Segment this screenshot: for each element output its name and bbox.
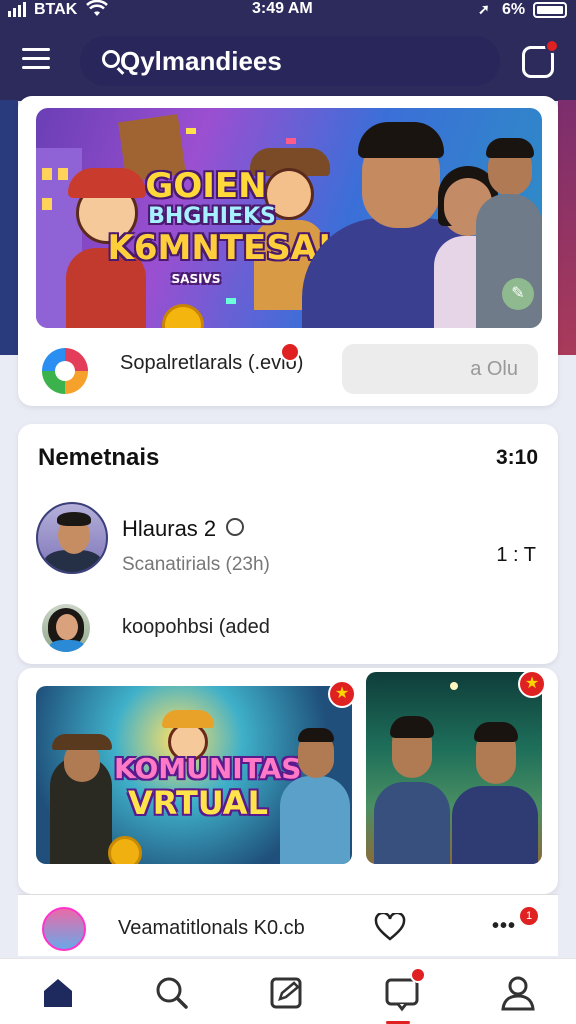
status-bar: BTAK 3:49 AM ➚ 6% — [0, 0, 576, 22]
location-icon: ➚ — [478, 1, 490, 17]
search-bar[interactable]: Qylmandiees — [80, 36, 500, 86]
wifi-icon — [86, 0, 108, 23]
member-name: Hlauras 2 — [122, 516, 217, 541]
banner-title-2: BHGHIEKS — [148, 204, 276, 229]
chat-icon[interactable] — [382, 967, 426, 1013]
banner-title-1: GOIEN — [145, 166, 267, 206]
members-card: Nemetnais 3:10 Hlauras 2 Scanatirials (2… — [18, 424, 558, 664]
edit-icon[interactable]: ✎ — [502, 278, 534, 310]
avatar[interactable] — [36, 502, 108, 574]
member-name: koopohbsi (aded — [122, 616, 270, 638]
clock: 3:49 AM — [252, 0, 313, 17]
more-icon[interactable]: ••• — [492, 915, 516, 938]
star-badge: ★ — [328, 680, 356, 708]
heart-icon[interactable] — [374, 911, 406, 941]
search-icon[interactable] — [152, 973, 192, 1013]
bottom-nav — [0, 958, 576, 1024]
section-count: 3:10 — [495, 446, 538, 469]
avatar[interactable] — [42, 604, 90, 652]
promo-card: GOIEN BHGHIEKS K6MNTESA! SASIVS ✎ Sopalr… — [18, 96, 558, 406]
media-thumbnail[interactable] — [366, 672, 542, 864]
search-text: Qylmandiees — [120, 46, 282, 76]
now-playing-bar[interactable]: Veamatitlonals K0.cb ••• 1 — [18, 894, 558, 956]
banner-title-3: K6MNTESA! — [107, 228, 333, 268]
promo-button[interactable]: a Olu — [342, 344, 538, 394]
member-subtitle: Scanatirials (23h) — [122, 554, 270, 575]
background-strip-right — [558, 100, 576, 355]
notification-badge — [545, 39, 559, 53]
promo-banner[interactable]: GOIEN BHGHIEKS K6MNTESA! SASIVS ✎ — [36, 108, 542, 328]
banner-title-4: SASIVS — [171, 272, 221, 286]
promo-badge — [280, 342, 300, 362]
search-icon — [102, 50, 120, 68]
edit-icon[interactable] — [266, 973, 306, 1013]
now-playing-text: Veamatitlonals K0.cb — [118, 917, 305, 939]
promo-text: Sopalretlarals (.evlo) — [120, 352, 304, 374]
section-title: Nemetnais — [38, 444, 160, 471]
thumbnail-title-1: KOMUNITAS — [114, 752, 302, 785]
avatar — [42, 907, 86, 951]
user-icon[interactable] — [498, 973, 538, 1013]
more-badge: 1 — [520, 907, 538, 925]
home-icon[interactable] — [38, 973, 78, 1013]
notification-button[interactable] — [522, 39, 559, 78]
star-badge: ★ — [518, 670, 546, 698]
menu-icon[interactable] — [22, 48, 50, 72]
background-strip-left — [0, 100, 18, 355]
battery-percent: 6% — [502, 1, 526, 18]
member-time: 1 : T — [496, 544, 536, 566]
media-card: KOMUNITAS VRTUAL ★ ★ — [18, 668, 558, 894]
app-header: Qylmandiees — [0, 28, 576, 96]
notification-badge — [410, 967, 426, 983]
signal-icon — [8, 2, 26, 17]
community-logo — [42, 348, 88, 394]
media-thumbnail[interactable]: KOMUNITAS VRTUAL — [36, 686, 352, 864]
thumbnail-title-2: VRTUAL — [128, 784, 268, 822]
carrier-label: BTAK — [34, 1, 78, 18]
battery-icon — [533, 2, 567, 18]
verified-icon — [226, 518, 244, 536]
